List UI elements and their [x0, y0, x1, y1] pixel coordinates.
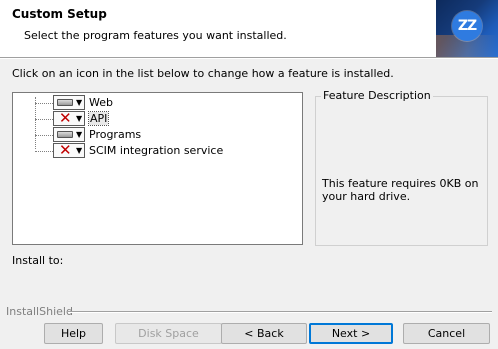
feature-row-scim: ✕ ▼ SCIM integration service [13, 141, 293, 159]
disk-space-button[interactable]: Disk Space [115, 323, 222, 344]
instruction-text: Click on an icon in the list below to ch… [12, 67, 394, 80]
app-logo-icon: ZZ [452, 11, 482, 41]
feature-description-text: This feature requires 0KB on your hard d… [322, 177, 479, 203]
feature-web-state-button[interactable]: ▼ [53, 95, 85, 110]
header-banner-image: ZZ [436, 0, 498, 57]
feature-label-programs[interactable]: Programs [89, 128, 141, 141]
dropdown-arrow-icon: ▼ [76, 98, 83, 107]
feature-label-api[interactable]: API [87, 111, 110, 126]
feature-label-scim[interactable]: SCIM integration service [89, 144, 223, 157]
back-button[interactable]: < Back [221, 323, 307, 344]
feature-description-group [315, 96, 488, 246]
custom-setup-dialog: Custom Setup Select the program features… [0, 0, 498, 349]
hard-drive-icon [57, 131, 73, 138]
tree-branch-line [35, 151, 53, 152]
page-subtitle: Select the program features you want ins… [24, 29, 287, 42]
tree-branch-line [35, 103, 53, 104]
header-divider-highlight [0, 58, 498, 59]
red-x-icon: ✕ [59, 109, 72, 127]
feature-api-state-button[interactable]: ✕ ▼ [53, 109, 85, 127]
feature-tree[interactable]: ▼ Web ✕ ▼ API ▼ Programs ✕ ▼ SCIM integr… [12, 92, 303, 245]
cancel-button[interactable]: Cancel [403, 323, 490, 344]
feature-label-web[interactable]: Web [89, 96, 113, 109]
dropdown-arrow-icon: ▼ [76, 114, 83, 123]
page-title: Custom Setup [12, 7, 107, 21]
feature-row-api: ✕ ▼ API [13, 109, 293, 127]
dropdown-arrow-icon: ▼ [76, 146, 83, 155]
red-x-icon: ✕ [59, 141, 72, 159]
header-panel: Custom Setup Select the program features… [0, 0, 498, 57]
installshield-divider [68, 311, 492, 313]
feature-description-legend: Feature Description [321, 89, 433, 102]
help-button[interactable]: Help [44, 323, 103, 344]
feature-row-web: ▼ Web [13, 95, 293, 111]
feature-programs-state-button[interactable]: ▼ [53, 127, 85, 142]
feature-row-programs: ▼ Programs [13, 127, 293, 143]
tree-branch-line [35, 119, 53, 120]
tree-branch-line [35, 135, 53, 136]
install-to-label: Install to: [12, 254, 64, 267]
installshield-label: InstallShield [6, 305, 73, 318]
feature-scim-state-button[interactable]: ✕ ▼ [53, 141, 85, 159]
dropdown-arrow-icon: ▼ [76, 130, 83, 139]
hard-drive-icon [57, 99, 73, 106]
next-button[interactable]: Next > [309, 323, 393, 344]
